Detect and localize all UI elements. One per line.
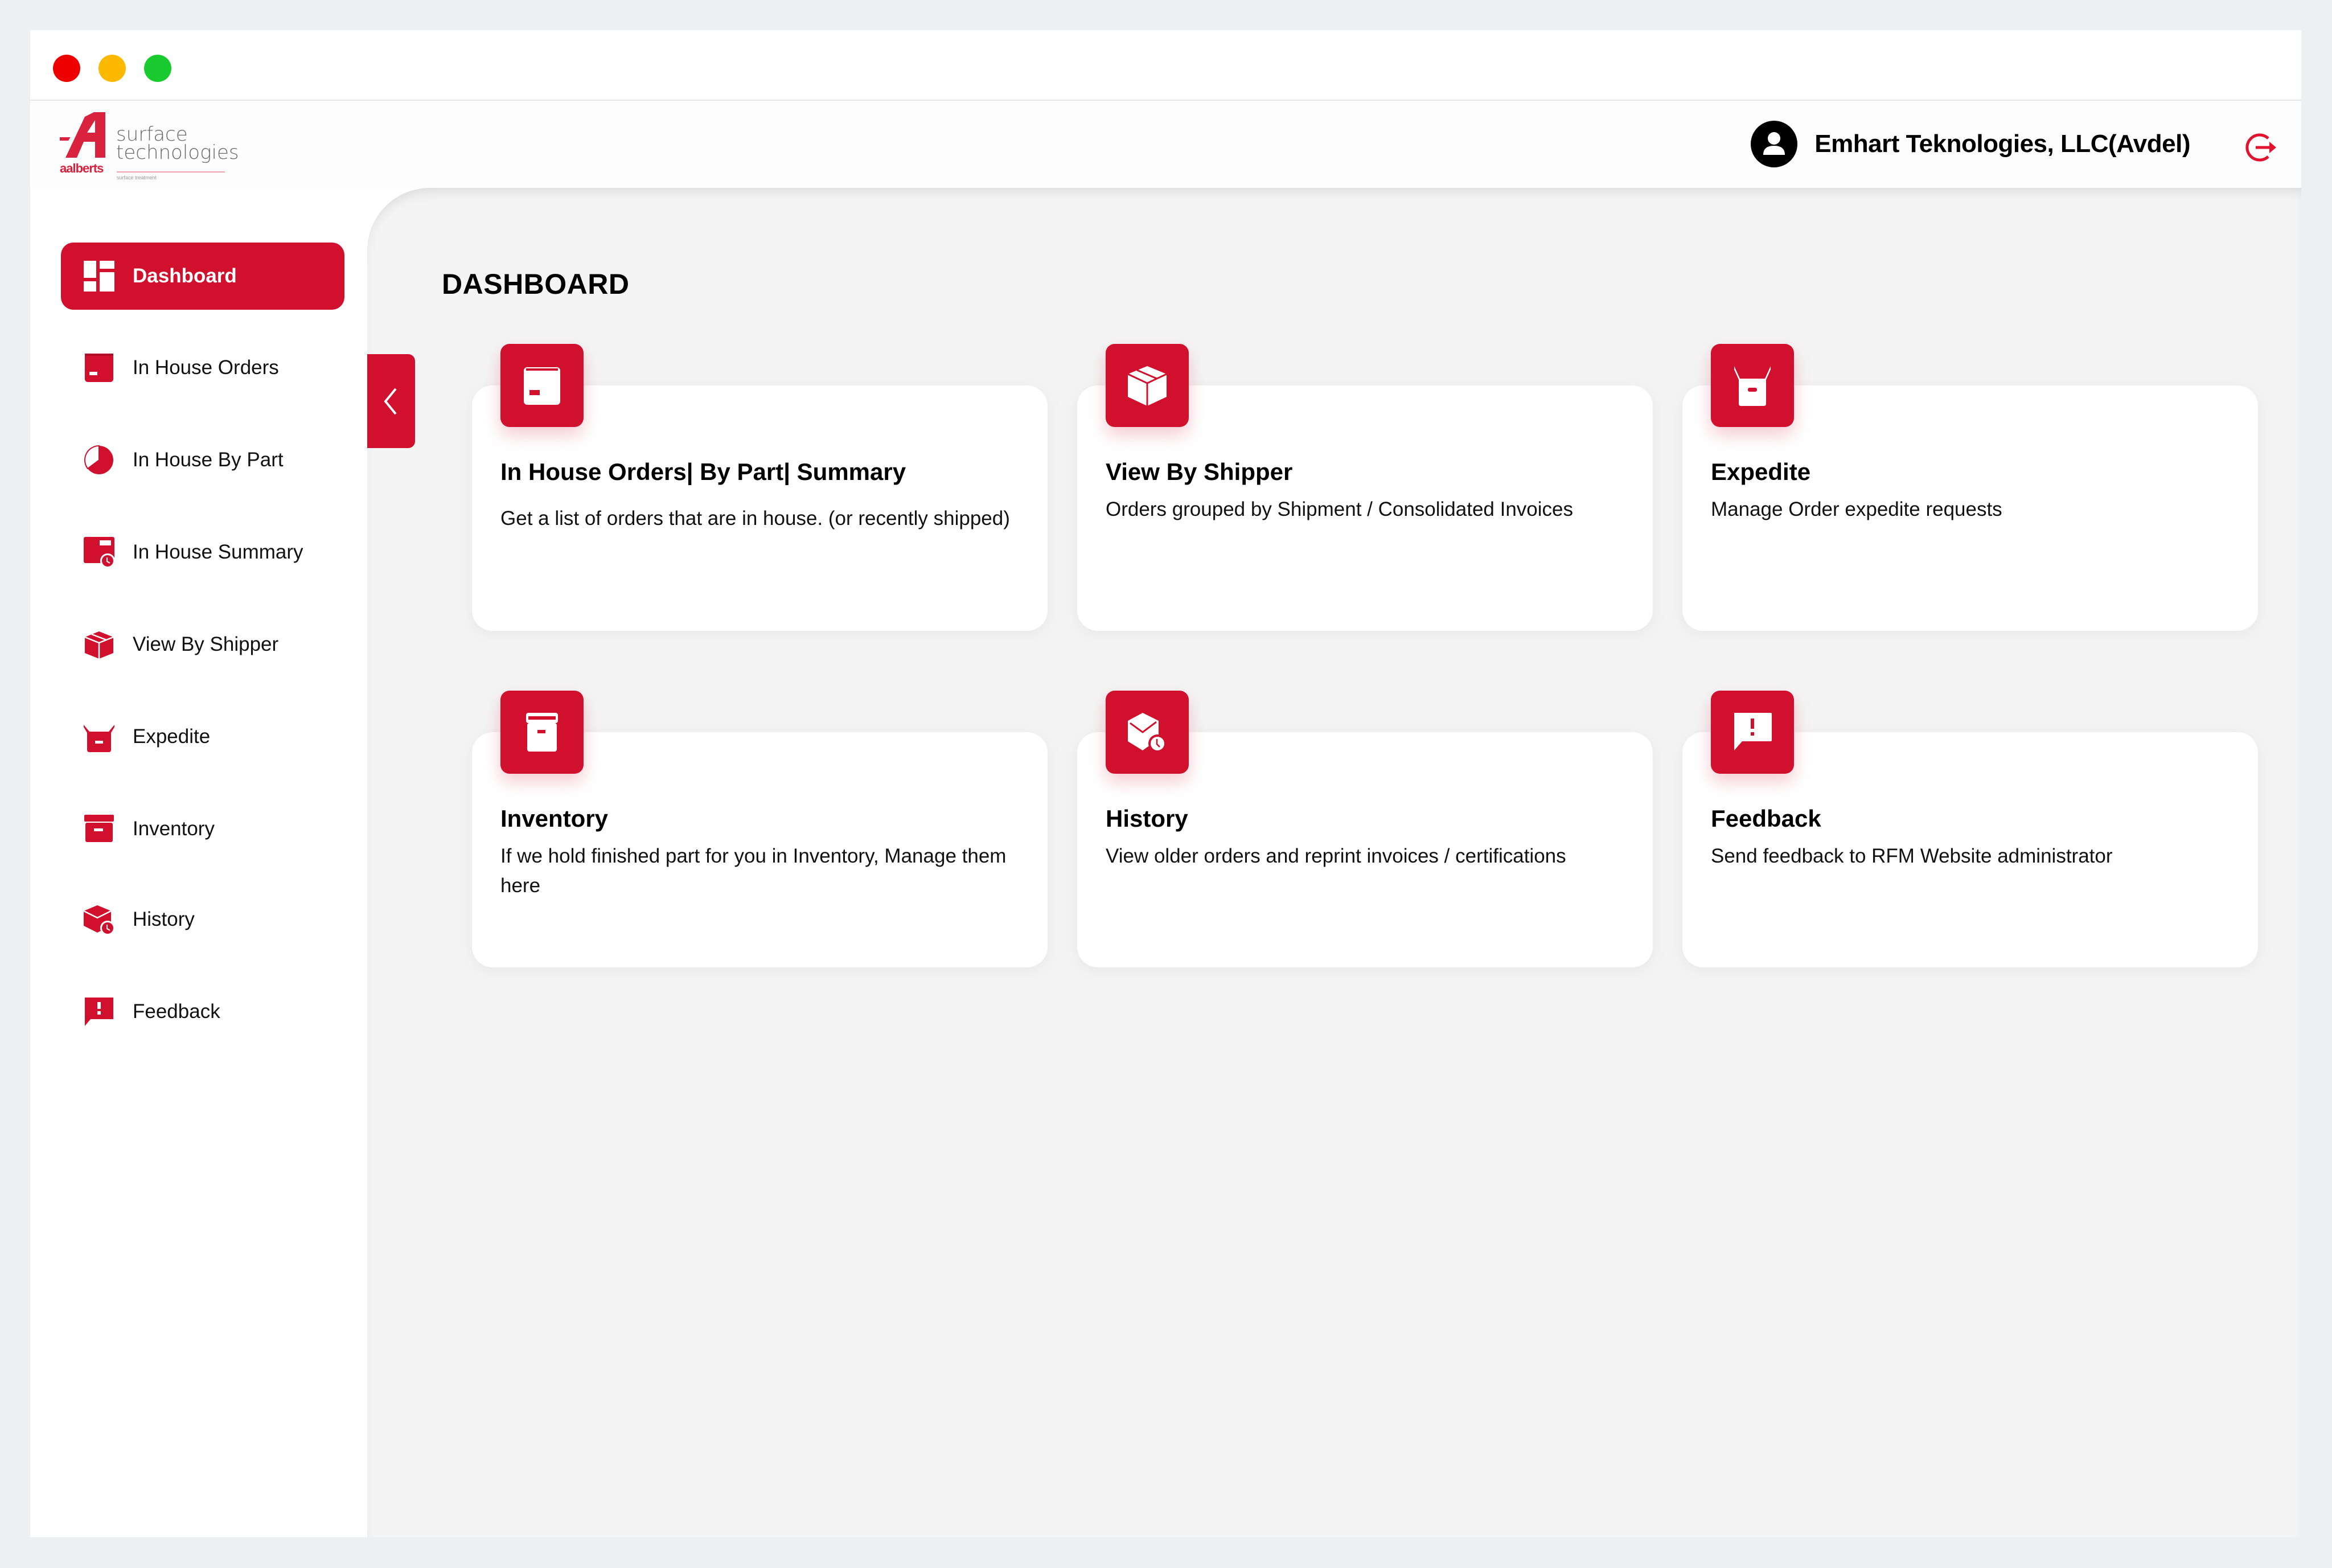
- sidebar-item-label: Dashboard: [133, 265, 237, 287]
- card-expedite[interactable]: Expedite Manage Order expedite requests: [1682, 344, 2258, 631]
- pie-chart-icon: [84, 445, 113, 474]
- card-title: History: [1106, 805, 1188, 832]
- sidebar-item-view-by-shipper[interactable]: View By Shipper: [61, 611, 344, 678]
- minimize-window-button[interactable]: [98, 55, 126, 82]
- basket-icon: [84, 725, 114, 752]
- feedback-icon: [1734, 713, 1772, 750]
- box-icon: [85, 354, 113, 382]
- basket-icon: [1734, 366, 1771, 406]
- card-icon-tile: [1106, 344, 1189, 427]
- page-title: DASHBOARD: [442, 268, 630, 300]
- brand-logo[interactable]: aalberts surface technologies surface tr…: [60, 112, 239, 180]
- card-description: Send feedback to RFM Website administrat…: [1711, 845, 2113, 867]
- logout-icon: [2245, 133, 2276, 162]
- sidebar-item-label: In House By Part: [133, 449, 284, 471]
- package-clock-icon: [1128, 713, 1167, 753]
- card-icon-tile: [1106, 691, 1189, 774]
- card-feedback[interactable]: Feedback Send feedback to RFM Website ad…: [1682, 691, 2258, 967]
- dashboard-icon: [84, 261, 114, 292]
- app-window: aalberts surface technologies surface tr…: [30, 30, 2301, 1537]
- aalberts-a-icon: [60, 112, 105, 158]
- sidebar-item-in-house-summary[interactable]: In House Summary: [61, 519, 344, 586]
- package-clock-icon: [83, 905, 115, 935]
- sidebar-item-label: Expedite: [133, 725, 211, 748]
- logout-button[interactable]: [2242, 129, 2278, 166]
- card-icon-tile: [500, 691, 584, 774]
- card-title: In House Orders| By Part| Summary: [500, 458, 906, 485]
- app-header: aalberts surface technologies surface tr…: [30, 101, 2301, 188]
- card-icon-tile: [1711, 344, 1794, 427]
- archive-icon: [84, 815, 114, 842]
- sidebar-item-label: In House Summary: [133, 541, 303, 563]
- feedback-icon: [85, 998, 113, 1026]
- card-inventory[interactable]: Inventory If we hold finished part for y…: [472, 691, 1048, 967]
- card-description: View older orders and reprint invoices /…: [1106, 845, 1566, 867]
- sidebar-item-label: Inventory: [133, 818, 215, 840]
- card-view-by-shipper[interactable]: View By Shipper Orders grouped by Shipme…: [1077, 344, 1653, 631]
- card-description: Get a list of orders that are in house. …: [500, 507, 1010, 529]
- package-icon: [84, 631, 114, 659]
- card-icon-tile: [1711, 691, 1794, 774]
- sidebar-item-feedback[interactable]: Feedback: [61, 978, 344, 1045]
- sidebar-item-expedite[interactable]: Expedite: [61, 703, 344, 770]
- brand-parent: aalberts: [60, 161, 104, 175]
- sidebar-item-dashboard[interactable]: Dashboard: [61, 243, 344, 310]
- sidebar-item-in-house-orders[interactable]: In House Orders: [61, 334, 344, 401]
- sidebar-item-label: History: [133, 908, 195, 930]
- card-description: If we hold finished part for you in Inve…: [500, 845, 1007, 897]
- sidebar-item-history[interactable]: History: [61, 886, 344, 953]
- card-in-house-orders[interactable]: In House Orders| By Part| Summary Get a …: [472, 344, 1048, 631]
- card-title: View By Shipper: [1106, 458, 1293, 485]
- brand-tagline: surface treatment: [117, 175, 157, 180]
- maximize-window-button[interactable]: [144, 55, 171, 82]
- sidebar: Dashboard In House Orders In House By Pa…: [30, 188, 367, 1537]
- user-profile[interactable]: Emhart Teknologies, LLC(Avdel): [1751, 118, 2190, 170]
- archive-icon: [526, 713, 558, 752]
- sidebar-item-label: Feedback: [133, 1000, 220, 1023]
- brand-name-line2: technologies: [116, 141, 239, 164]
- card-title: Expedite: [1711, 458, 1811, 485]
- user-avatar-icon: [1751, 121, 1798, 167]
- sidebar-item-in-house-by-part[interactable]: In House By Part: [61, 426, 344, 494]
- sidebar-item-label: In House Orders: [133, 356, 279, 379]
- brand-divider: [117, 171, 225, 173]
- package-icon: [1127, 366, 1167, 406]
- card-description: Orders grouped by Shipment / Consolidate…: [1106, 498, 1574, 520]
- sidebar-item-inventory[interactable]: Inventory: [61, 795, 344, 863]
- box-clock-icon: [84, 537, 115, 568]
- chevron-left-icon: [384, 388, 397, 414]
- card-title: Inventory: [500, 805, 609, 832]
- card-icon-tile: [500, 344, 584, 427]
- close-window-button[interactable]: [53, 55, 80, 82]
- card-description: Manage Order expedite requests: [1711, 498, 2002, 520]
- user-name: Emhart Teknologies, LLC(Avdel): [1814, 130, 2190, 158]
- card-history[interactable]: History View older orders and reprint in…: [1077, 691, 1653, 967]
- box-icon: [524, 367, 560, 405]
- card-title: Feedback: [1711, 805, 1821, 832]
- window-titlebar: [30, 30, 2301, 101]
- sidebar-item-label: View By Shipper: [133, 633, 279, 655]
- collapse-sidebar-button[interactable]: [367, 354, 415, 448]
- main-content: DASHBOARD In House Orders| By Part| Summ…: [367, 188, 2301, 1537]
